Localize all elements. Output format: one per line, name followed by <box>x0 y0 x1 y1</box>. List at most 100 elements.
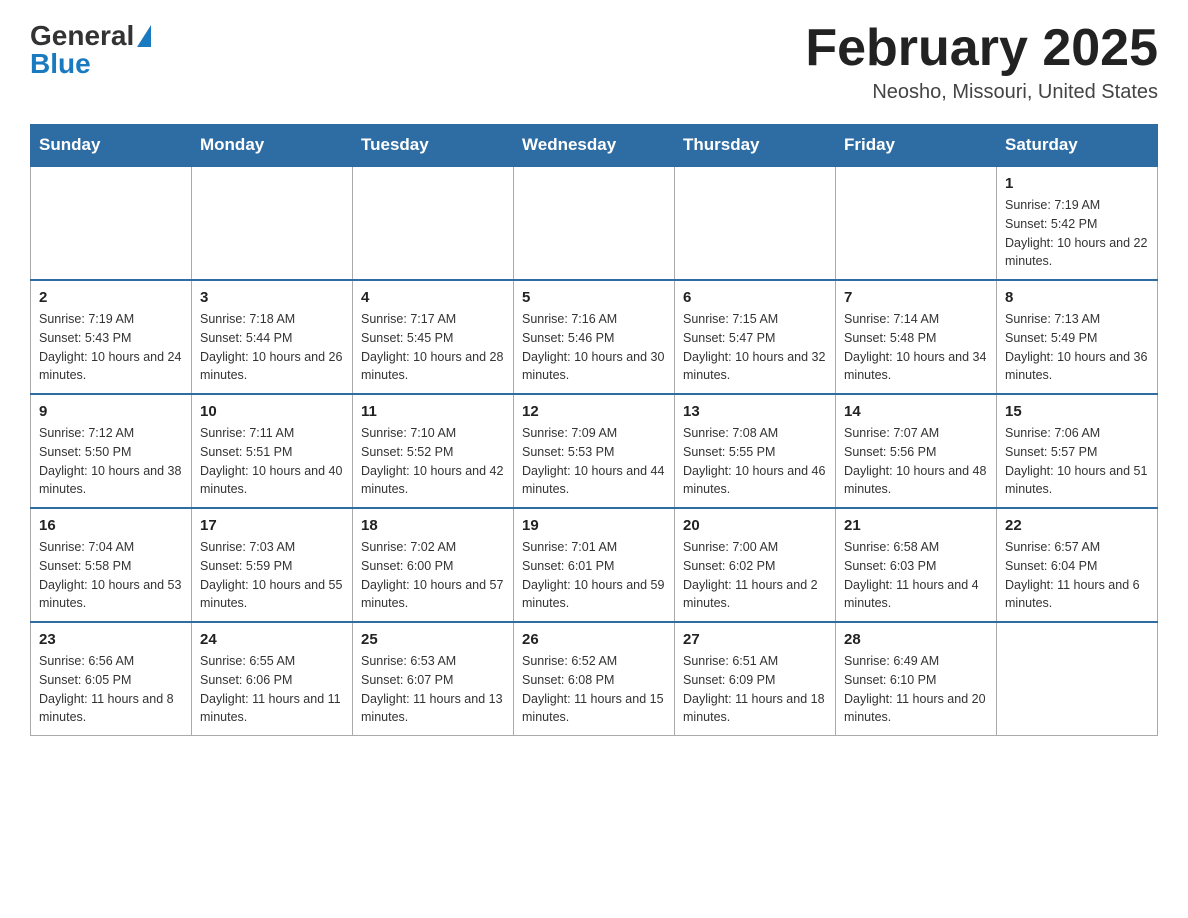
day-number: 4 <box>361 289 505 306</box>
day-number: 18 <box>361 517 505 534</box>
calendar-cell: 23 Sunrise: 6:56 AMSunset: 6:05 PMDayligh… <box>31 622 192 736</box>
day-info: Sunrise: 7:19 AMSunset: 5:43 PMDaylight:… <box>39 310 183 385</box>
day-number: 9 <box>39 403 183 420</box>
column-header-thursday: Thursday <box>675 125 836 167</box>
day-info: Sunrise: 7:01 AMSunset: 6:01 PMDaylight:… <box>522 538 666 613</box>
day-number: 14 <box>844 403 988 420</box>
day-number: 2 <box>39 289 183 306</box>
day-info: Sunrise: 7:04 AMSunset: 5:58 PMDaylight:… <box>39 538 183 613</box>
calendar-cell: 13 Sunrise: 7:08 AMSunset: 5:55 PMDayligh… <box>675 394 836 508</box>
calendar-cell: 26 Sunrise: 6:52 AMSunset: 6:08 PMDayligh… <box>514 622 675 736</box>
day-number: 22 <box>1005 517 1149 534</box>
calendar-cell: 19 Sunrise: 7:01 AMSunset: 6:01 PMDayligh… <box>514 508 675 622</box>
calendar-cell: 4 Sunrise: 7:17 AMSunset: 5:45 PMDaylight… <box>353 280 514 394</box>
logo-triangle-icon <box>137 25 151 47</box>
day-number: 8 <box>1005 289 1149 306</box>
column-header-friday: Friday <box>836 125 997 167</box>
calendar-week-4: 16 Sunrise: 7:04 AMSunset: 5:58 PMDayligh… <box>31 508 1158 622</box>
day-number: 17 <box>200 517 344 534</box>
logo-blue-text: Blue <box>30 48 91 80</box>
day-number: 12 <box>522 403 666 420</box>
day-number: 25 <box>361 631 505 648</box>
calendar-week-2: 2 Sunrise: 7:19 AMSunset: 5:43 PMDaylight… <box>31 280 1158 394</box>
day-info: Sunrise: 6:52 AMSunset: 6:08 PMDaylight:… <box>522 652 666 727</box>
calendar-cell: 17 Sunrise: 7:03 AMSunset: 5:59 PMDayligh… <box>192 508 353 622</box>
day-number: 5 <box>522 289 666 306</box>
day-info: Sunrise: 7:18 AMSunset: 5:44 PMDaylight:… <box>200 310 344 385</box>
calendar-cell <box>192 166 353 280</box>
calendar-cell: 6Sunrise: 7:15 AMSunset: 5:47 PMDaylight… <box>675 280 836 394</box>
calendar-cell: 16 Sunrise: 7:04 AMSunset: 5:58 PMDayligh… <box>31 508 192 622</box>
calendar-week-3: 9 Sunrise: 7:12 AMSunset: 5:50 PMDaylight… <box>31 394 1158 508</box>
day-number: 26 <box>522 631 666 648</box>
day-info: Sunrise: 7:08 AMSunset: 5:55 PMDaylight:… <box>683 424 827 499</box>
calendar-cell: 24Sunrise: 6:55 AMSunset: 6:06 PMDayligh… <box>192 622 353 736</box>
day-info: Sunrise: 7:02 AMSunset: 6:00 PMDaylight:… <box>361 538 505 613</box>
calendar-cell: 2 Sunrise: 7:19 AMSunset: 5:43 PMDaylight… <box>31 280 192 394</box>
calendar-cell: 7 Sunrise: 7:14 AMSunset: 5:48 PMDaylight… <box>836 280 997 394</box>
calendar-cell: 20Sunrise: 7:00 AMSunset: 6:02 PMDayligh… <box>675 508 836 622</box>
day-info: Sunrise: 7:19 AMSunset: 5:42 PMDaylight:… <box>1005 196 1149 271</box>
day-info: Sunrise: 7:16 AMSunset: 5:46 PMDaylight:… <box>522 310 666 385</box>
day-number: 16 <box>39 517 183 534</box>
calendar-cell: 27 Sunrise: 6:51 AMSunset: 6:09 PMDayligh… <box>675 622 836 736</box>
calendar-week-1: 1 Sunrise: 7:19 AMSunset: 5:42 PMDaylight… <box>31 166 1158 280</box>
calendar-cell: 11 Sunrise: 7:10 AMSunset: 5:52 PMDayligh… <box>353 394 514 508</box>
day-info: Sunrise: 7:03 AMSunset: 5:59 PMDaylight:… <box>200 538 344 613</box>
day-number: 11 <box>361 403 505 420</box>
day-number: 6 <box>683 289 827 306</box>
calendar-cell <box>514 166 675 280</box>
month-title: February 2025 <box>805 20 1158 77</box>
calendar-header-row: SundayMondayTuesdayWednesdayThursdayFrid… <box>31 125 1158 167</box>
day-number: 21 <box>844 517 988 534</box>
day-number: 13 <box>683 403 827 420</box>
calendar-cell <box>675 166 836 280</box>
day-number: 28 <box>844 631 988 648</box>
column-header-monday: Monday <box>192 125 353 167</box>
day-number: 7 <box>844 289 988 306</box>
day-number: 23 <box>39 631 183 648</box>
column-header-saturday: Saturday <box>997 125 1158 167</box>
day-number: 24 <box>200 631 344 648</box>
calendar-cell: 8 Sunrise: 7:13 AMSunset: 5:49 PMDaylight… <box>997 280 1158 394</box>
day-info: Sunrise: 7:17 AMSunset: 5:45 PMDaylight:… <box>361 310 505 385</box>
day-number: 19 <box>522 517 666 534</box>
day-number: 1 <box>1005 175 1149 192</box>
column-header-tuesday: Tuesday <box>353 125 514 167</box>
day-info: Sunrise: 7:10 AMSunset: 5:52 PMDaylight:… <box>361 424 505 499</box>
calendar-cell: 14 Sunrise: 7:07 AMSunset: 5:56 PMDayligh… <box>836 394 997 508</box>
calendar-cell: 25 Sunrise: 6:53 AMSunset: 6:07 PMDayligh… <box>353 622 514 736</box>
column-header-wednesday: Wednesday <box>514 125 675 167</box>
calendar-cell: 3Sunrise: 7:18 AMSunset: 5:44 PMDaylight… <box>192 280 353 394</box>
day-info: Sunrise: 7:09 AMSunset: 5:53 PMDaylight:… <box>522 424 666 499</box>
day-info: Sunrise: 7:06 AMSunset: 5:57 PMDaylight:… <box>1005 424 1149 499</box>
day-info: Sunrise: 7:11 AMSunset: 5:51 PMDaylight:… <box>200 424 344 499</box>
day-info: Sunrise: 7:12 AMSunset: 5:50 PMDaylight:… <box>39 424 183 499</box>
day-info: Sunrise: 6:53 AMSunset: 6:07 PMDaylight:… <box>361 652 505 727</box>
day-number: 27 <box>683 631 827 648</box>
calendar-cell <box>997 622 1158 736</box>
day-info: Sunrise: 6:56 AMSunset: 6:05 PMDaylight:… <box>39 652 183 727</box>
page-header: General Blue February 2025 Neosho, Misso… <box>30 20 1158 104</box>
calendar-cell: 10 Sunrise: 7:11 AMSunset: 5:51 PMDayligh… <box>192 394 353 508</box>
day-number: 15 <box>1005 403 1149 420</box>
calendar-table: SundayMondayTuesdayWednesdayThursdayFrid… <box>30 124 1158 736</box>
day-number: 10 <box>200 403 344 420</box>
day-info: Sunrise: 6:57 AMSunset: 6:04 PMDaylight:… <box>1005 538 1149 613</box>
title-section: February 2025 Neosho, Missouri, United S… <box>805 20 1158 104</box>
day-info: Sunrise: 7:13 AMSunset: 5:49 PMDaylight:… <box>1005 310 1149 385</box>
day-info: Sunrise: 6:51 AMSunset: 6:09 PMDaylight:… <box>683 652 827 727</box>
day-info: Sunrise: 6:49 AMSunset: 6:10 PMDaylight:… <box>844 652 988 727</box>
calendar-cell <box>836 166 997 280</box>
calendar-cell: 21Sunrise: 6:58 AMSunset: 6:03 PMDayligh… <box>836 508 997 622</box>
day-info: Sunrise: 7:14 AMSunset: 5:48 PMDaylight:… <box>844 310 988 385</box>
calendar-week-5: 23 Sunrise: 6:56 AMSunset: 6:05 PMDayligh… <box>31 622 1158 736</box>
calendar-cell: 18 Sunrise: 7:02 AMSunset: 6:00 PMDayligh… <box>353 508 514 622</box>
calendar-cell: 15 Sunrise: 7:06 AMSunset: 5:57 PMDayligh… <box>997 394 1158 508</box>
logo: General Blue <box>30 20 151 80</box>
calendar-cell: 9 Sunrise: 7:12 AMSunset: 5:50 PMDaylight… <box>31 394 192 508</box>
location-text: Neosho, Missouri, United States <box>805 81 1158 104</box>
day-number: 20 <box>683 517 827 534</box>
day-info: Sunrise: 7:07 AMSunset: 5:56 PMDaylight:… <box>844 424 988 499</box>
calendar-cell: 12 Sunrise: 7:09 AMSunset: 5:53 PMDayligh… <box>514 394 675 508</box>
